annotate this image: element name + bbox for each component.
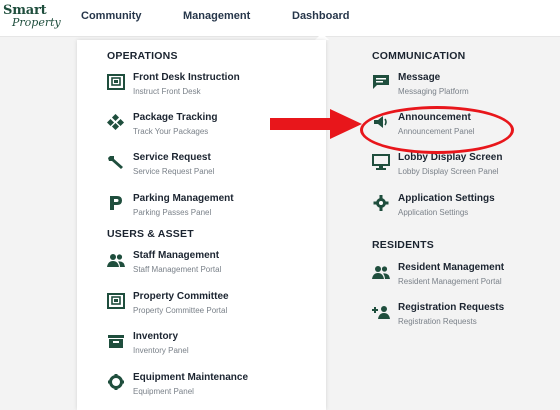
menu-item-subtitle: Application Settings <box>398 208 469 217</box>
menu-item-subtitle: Equipment Panel <box>133 387 194 396</box>
settings-icon <box>372 195 390 211</box>
menu-item-title: Property Committee <box>133 291 229 302</box>
menu-item-title: Front Desk Instruction <box>133 72 240 83</box>
menu-item-subtitle: Lobby Display Screen Panel <box>398 167 499 176</box>
section-users-asset: USERS & ASSET <box>107 228 194 240</box>
menu-item-title: Message <box>398 72 441 83</box>
menu-item-title: Service Request <box>133 152 211 163</box>
menu-item-subtitle: Registration Requests <box>398 317 477 326</box>
menu-item-subtitle: Property Committee Portal <box>133 306 228 315</box>
dropdown-caret <box>315 33 329 40</box>
menu-item-title: Parking Management <box>133 193 234 204</box>
menu-item-subtitle: Messaging Platform <box>398 87 469 96</box>
residents-icon <box>372 264 390 280</box>
menu-item-subtitle: Service Request Panel <box>133 167 215 176</box>
menu-item-title: Registration Requests <box>398 302 505 313</box>
front-desk-icon <box>107 74 125 90</box>
nav-management[interactable]: Management <box>183 10 250 22</box>
section-residents: RESIDENTS <box>372 239 434 251</box>
section-operations: OPERATIONS <box>107 50 178 62</box>
section-communication: COMMUNICATION <box>372 50 466 62</box>
menu-item-subtitle: Staff Management Portal <box>133 265 222 274</box>
menu-item-title: Package Tracking <box>133 112 218 123</box>
red-arrow-annotation <box>270 109 362 139</box>
menu-item-title: Staff Management <box>133 250 220 261</box>
add-user-icon <box>372 304 390 320</box>
menu-item-subtitle: Track Your Packages <box>133 127 209 136</box>
top-navigation-bar: Smart Property Community Management Dash… <box>0 0 560 37</box>
logo-line-2: Property <box>12 16 61 29</box>
menu-item-subtitle: Parking Passes Panel <box>133 208 212 217</box>
menu-item-subtitle: Instruct Front Desk <box>133 87 201 96</box>
menu-item-subtitle: Resident Management Portal <box>398 277 502 286</box>
menu-item-title: Resident Management <box>398 262 505 273</box>
gear-icon <box>107 374 125 390</box>
wrench-icon <box>107 154 125 170</box>
committee-icon <box>107 293 125 309</box>
monitor-icon <box>372 154 390 170</box>
nav-community[interactable]: Community <box>81 10 142 22</box>
smart-property-logo[interactable]: Smart Property <box>3 3 61 33</box>
menu-item-title: Equipment Maintenance <box>133 372 249 383</box>
parking-icon <box>107 195 125 211</box>
staff-icon <box>107 252 125 268</box>
inventory-icon <box>107 333 125 349</box>
menu-item-subtitle: Inventory Panel <box>133 346 189 355</box>
menu-item-title: Application Settings <box>398 193 495 204</box>
red-ellipse-annotation <box>360 106 514 154</box>
package-icon <box>107 114 125 130</box>
nav-dashboard[interactable]: Dashboard <box>292 10 349 22</box>
operations-dropdown-panel <box>77 40 326 410</box>
menu-item-title: Inventory <box>133 331 179 342</box>
message-icon <box>372 74 390 90</box>
